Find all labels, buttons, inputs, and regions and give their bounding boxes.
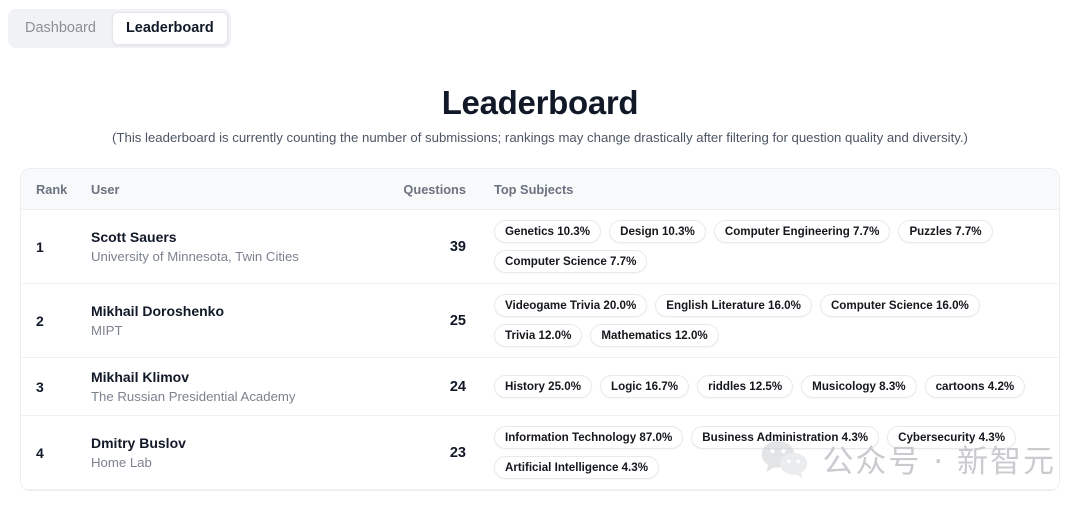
tab-dashboard[interactable]: Dashboard — [11, 12, 110, 45]
row-user-name: Mikhail Klimov — [91, 368, 190, 385]
column-header-questions[interactable]: Questions — [376, 182, 466, 197]
subject-tag[interactable]: Trivia 12.0% — [494, 324, 583, 347]
row-rank: 3 — [36, 378, 44, 395]
column-header-user[interactable]: User — [91, 182, 376, 197]
column-header-top-subjects[interactable]: Top Subjects — [466, 182, 1059, 197]
leaderboard-page: Dashboard Leaderboard Leaderboard (This … — [0, 0, 1080, 505]
subject-tag[interactable]: History 25.0% — [494, 375, 593, 398]
table-body: 1 Scott Sauers University of Minnesota, Tw… — [21, 210, 1059, 490]
row-question-count: 25 — [449, 312, 466, 329]
tab-leaderboard[interactable]: Leaderboard — [111, 12, 228, 45]
subject-tag[interactable]: Logic 16.7% — [600, 375, 690, 398]
subject-tag[interactable]: Computer Engineering 7.7% — [713, 220, 891, 243]
subject-tag[interactable]: Business Administration 4.3% — [691, 426, 880, 449]
table-row[interactable]: 1 Scott Sauers University of Minnesota, Tw… — [21, 210, 1059, 284]
table-header-row: Rank User Questions Top Subjects — [21, 169, 1059, 210]
subject-tag[interactable]: Cybersecurity 4.3% — [887, 426, 1017, 449]
row-rank: 1 — [36, 238, 44, 255]
subject-tag[interactable]: Artificial Intelligence 4.3% — [494, 456, 660, 479]
row-user: Dmitry Buslov Home Lab — [91, 425, 376, 481]
page-title: Leaderboard — [441, 84, 639, 121]
row-subject-tags: Genetics 10.3% Design 10.3% Computer Engin… — [466, 210, 1059, 283]
row-question-count: 39 — [449, 238, 466, 255]
table-row[interactable]: 4 Dmitry Buslov Home Lab 23 Information Tech… — [21, 416, 1059, 490]
subject-tag[interactable]: Mathematics 12.0% — [590, 324, 719, 347]
row-user: Scott Sauers University of Minnesota, Twi… — [91, 219, 376, 275]
subject-tag[interactable]: Genetics 10.3% — [494, 220, 602, 243]
subject-tag[interactable]: Musicology 8.3% — [801, 375, 917, 398]
subject-tag[interactable]: English Literature 16.0% — [655, 294, 812, 317]
row-question-count: 23 — [449, 444, 466, 461]
row-user-affiliation: University of Minnesota, Twin Cities — [91, 248, 299, 264]
row-user-name: Scott Sauers — [91, 228, 177, 245]
subject-tag[interactable]: Information Technology 87.0% — [494, 426, 684, 449]
table-row[interactable]: 2 Mikhail Doroshenko MIPT 25 Videogame Trivi… — [21, 284, 1059, 358]
subject-tag[interactable]: Computer Science 16.0% — [819, 294, 980, 317]
subject-tag[interactable]: riddles 12.5% — [697, 375, 794, 398]
subject-tag[interactable]: Puzzles 7.7% — [898, 220, 993, 243]
subject-tag[interactable]: Computer Science 7.7% — [494, 250, 648, 273]
table-row[interactable]: 3 Mikhail Klimov The Russian Presidential … — [21, 358, 1059, 416]
row-rank: 4 — [36, 444, 44, 461]
row-user-affiliation: MIPT — [91, 322, 123, 338]
row-rank: 2 — [36, 312, 44, 329]
row-subject-tags: History 25.0% Logic 16.7% riddles 12.5% Mus… — [466, 365, 1059, 408]
row-subject-tags: Videogame Trivia 20.0% English Literature… — [466, 284, 1059, 357]
subject-tag[interactable]: cartoons 4.2% — [924, 375, 1026, 398]
row-user: Mikhail Klimov The Russian Presidential A… — [91, 359, 376, 415]
row-subject-tags: Information Technology 87.0% Business Adm… — [466, 416, 1059, 489]
row-user-affiliation: Home Lab — [91, 454, 152, 470]
row-user-name: Mikhail Doroshenko — [91, 302, 225, 319]
page-subtitle: (This leaderboard is currently counting … — [112, 130, 968, 145]
column-header-rank[interactable]: Rank — [21, 182, 91, 197]
row-question-count: 24 — [449, 378, 466, 395]
subject-tag[interactable]: Design 10.3% — [609, 220, 706, 243]
row-user-affiliation: The Russian Presidential Academy — [91, 388, 296, 404]
row-user: Mikhail Doroshenko MIPT — [91, 293, 376, 349]
subject-tag[interactable]: Videogame Trivia 20.0% — [494, 294, 648, 317]
row-user-name: Dmitry Buslov — [91, 434, 186, 451]
tab-bar: Dashboard Leaderboard — [8, 9, 231, 48]
leaderboard-table: Rank User Questions Top Subjects 1 Scott … — [20, 168, 1060, 491]
